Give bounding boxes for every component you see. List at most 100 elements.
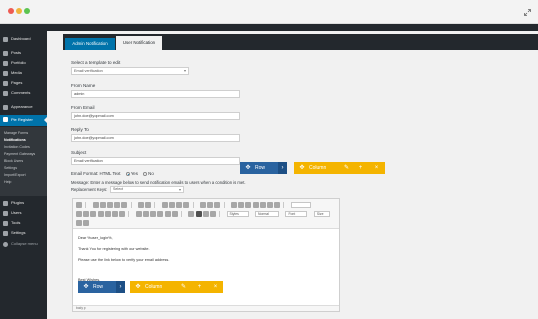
align-right-icon[interactable] [202, 211, 209, 217]
add-icon[interactable]: + [195, 281, 204, 293]
smiley-icon[interactable] [252, 202, 259, 208]
redo-icon[interactable] [145, 202, 152, 208]
column-control-editor[interactable]: ✥ Column ✎ + × [130, 281, 223, 293]
paste-icon[interactable] [107, 202, 114, 208]
reply-to-input[interactable]: john.doe@yopmail.com [71, 134, 240, 142]
text-color-icon[interactable] [76, 220, 82, 226]
edit-pencil-icon[interactable]: ✎ [342, 162, 351, 174]
add-icon[interactable]: + [356, 162, 365, 174]
minimize-window-dot-icon[interactable] [16, 8, 22, 14]
copy-icon[interactable] [99, 202, 106, 208]
submenu-item-import-export[interactable]: Import/Export [4, 173, 26, 178]
sidebar-collapse-menu[interactable]: Collapse menu [0, 240, 47, 249]
align-justify-icon[interactable] [209, 211, 216, 217]
column-control-top[interactable]: ✥ Column ✎ + × [294, 162, 385, 174]
sidebar-item-appearance[interactable]: Appearance [0, 103, 47, 112]
edit-pencil-icon[interactable]: ✎ [179, 281, 188, 293]
close-window-dot-icon[interactable] [8, 8, 14, 14]
anchor-icon[interactable] [214, 202, 221, 208]
close-icon[interactable]: × [372, 162, 381, 174]
sidebar-item-users[interactable]: Users [0, 209, 47, 218]
sidebar-item-pie-register[interactable]: Pie Register [0, 115, 47, 126]
submenu-item-help[interactable]: Help [4, 180, 11, 185]
find-icon[interactable] [161, 202, 168, 208]
bulleted-list-icon[interactable] [142, 211, 149, 217]
sidebar-item-dashboard[interactable]: Dashboard [0, 35, 47, 44]
underline-icon[interactable] [90, 211, 97, 217]
subject-input[interactable]: Email verification [71, 157, 240, 165]
sidebar-item-media[interactable]: Media [0, 69, 47, 78]
replace-icon[interactable] [169, 202, 176, 208]
chevron-right-icon[interactable]: › [116, 281, 125, 293]
indent-icon[interactable] [157, 211, 164, 217]
horizontal-rule-icon[interactable] [245, 202, 252, 208]
special-char-icon[interactable] [259, 202, 266, 208]
div-icon[interactable] [171, 211, 178, 217]
format-yes-radio[interactable] [125, 171, 130, 176]
bold-icon[interactable] [76, 211, 82, 217]
from-name-input[interactable]: admin [71, 90, 240, 98]
app-window: Dashboard Posts Portfolio Media Pages Co… [0, 24, 538, 319]
tab-user-notification[interactable]: User Notification [116, 36, 162, 50]
undo-icon[interactable] [138, 202, 145, 208]
sidebar-item-settings[interactable]: Settings [0, 229, 47, 238]
expand-icon[interactable] [524, 9, 531, 16]
table-icon[interactable] [238, 202, 245, 208]
superscript-icon[interactable] [111, 211, 118, 217]
strike-icon[interactable] [97, 211, 104, 217]
styles-combo[interactable]: Styles [226, 211, 249, 217]
outdent-icon[interactable] [150, 211, 157, 217]
submenu-item-manage-forms[interactable]: Manage Forms [4, 131, 28, 136]
message-editor: Styles Normal Font Size Dear %user_login… [72, 198, 340, 312]
move-icon[interactable]: ✥ [244, 162, 252, 174]
row-control-top[interactable]: ✥ Row › [240, 162, 287, 174]
tab-admin-notification[interactable]: Admin Notification [65, 38, 115, 50]
maximize-button[interactable] [290, 202, 311, 208]
submenu-item-invitation-codes[interactable]: Invitation Codes [4, 145, 30, 150]
italic-icon[interactable] [83, 211, 90, 217]
move-icon[interactable]: ✥ [134, 281, 142, 293]
numbered-list-icon[interactable] [135, 211, 142, 217]
format-combo[interactable]: Normal [255, 211, 279, 217]
submenu-item-block-users[interactable]: Block Users [4, 159, 23, 164]
sidebar-item-posts[interactable]: Posts [0, 49, 47, 58]
image-icon[interactable] [231, 202, 238, 208]
align-center-icon[interactable] [195, 211, 202, 217]
sidebar-item-plugins[interactable]: Plugins [0, 199, 47, 208]
sidebar-item-portfolio[interactable]: Portfolio [0, 59, 47, 68]
cut-icon[interactable] [92, 202, 99, 208]
source-icon[interactable] [76, 202, 82, 208]
align-left-icon[interactable] [188, 211, 195, 217]
from-email-input[interactable]: john.doe@yopmail.com [71, 112, 240, 120]
message-description: Message: Enter a message below to send n… [71, 180, 246, 185]
link-icon[interactable] [200, 202, 207, 208]
submenu-item-payment-gateways[interactable]: Payment Gateways [4, 152, 35, 157]
move-icon[interactable]: ✥ [82, 281, 90, 293]
move-icon[interactable]: ✥ [298, 162, 306, 174]
page-break-icon[interactable] [267, 202, 274, 208]
paste-word-icon[interactable] [121, 202, 128, 208]
spellcheck-icon[interactable] [183, 202, 190, 208]
sidebar-item-tools[interactable]: Tools [0, 219, 47, 228]
background-color-icon[interactable] [83, 220, 90, 226]
template-select[interactable]: Email verification ▾ [71, 67, 189, 75]
sidebar-item-pages[interactable]: Pages [0, 79, 47, 88]
row-control-editor[interactable]: ✥ Row › [78, 281, 125, 293]
maximize-window-dot-icon[interactable] [24, 8, 30, 14]
blockquote-icon[interactable] [164, 211, 171, 217]
unlink-icon[interactable] [207, 202, 214, 208]
format-no-radio[interactable] [143, 171, 148, 176]
submenu-item-settings[interactable]: Settings [4, 166, 17, 171]
select-all-icon[interactable] [176, 202, 183, 208]
iframe-icon[interactable] [274, 202, 281, 208]
sidebar-item-comments[interactable]: Comments [0, 89, 47, 98]
replacement-keys-select[interactable]: Select ▾ [110, 186, 184, 193]
paste-text-icon[interactable] [114, 202, 121, 208]
font-combo[interactable]: Font [285, 211, 308, 217]
remove-format-icon[interactable] [119, 211, 126, 217]
size-combo[interactable]: Size [313, 211, 330, 217]
submenu-item-notifications[interactable]: Notifications [4, 138, 26, 143]
close-icon[interactable]: × [211, 281, 220, 293]
chevron-right-icon[interactable]: › [278, 162, 287, 174]
subscript-icon[interactable] [104, 211, 111, 217]
